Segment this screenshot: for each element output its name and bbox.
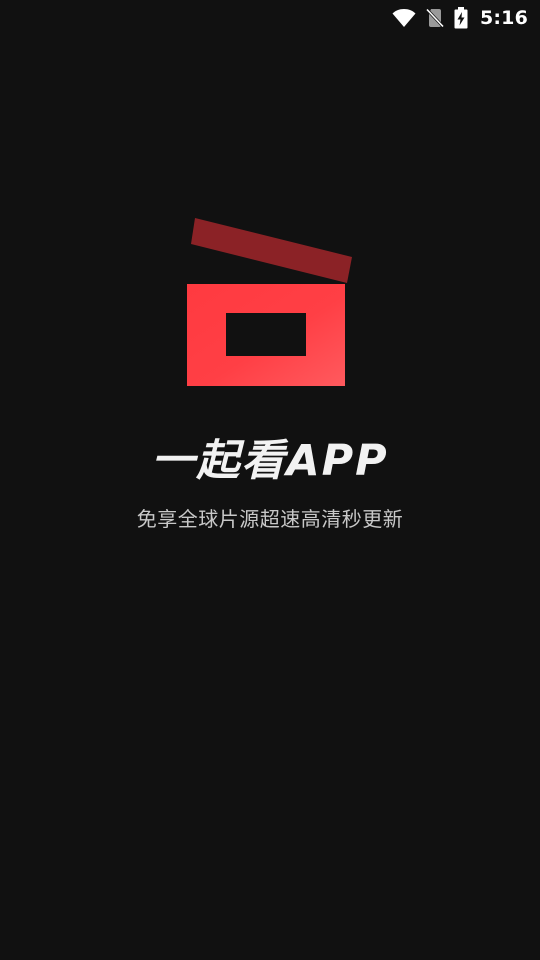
status-icons: 5:16: [392, 5, 528, 31]
battery-charging-icon: [454, 7, 468, 29]
tagline: 免享全球片源超速高清秒更新: [136, 507, 404, 531]
status-clock: 5:16: [479, 7, 528, 29]
app-title: 一起看APP: [151, 436, 389, 486]
no-sim-icon: [425, 8, 444, 28]
clapperboard-icon: [185, 214, 355, 388]
status-bar: 5:16: [0, 0, 540, 36]
wifi-icon: [392, 8, 416, 28]
